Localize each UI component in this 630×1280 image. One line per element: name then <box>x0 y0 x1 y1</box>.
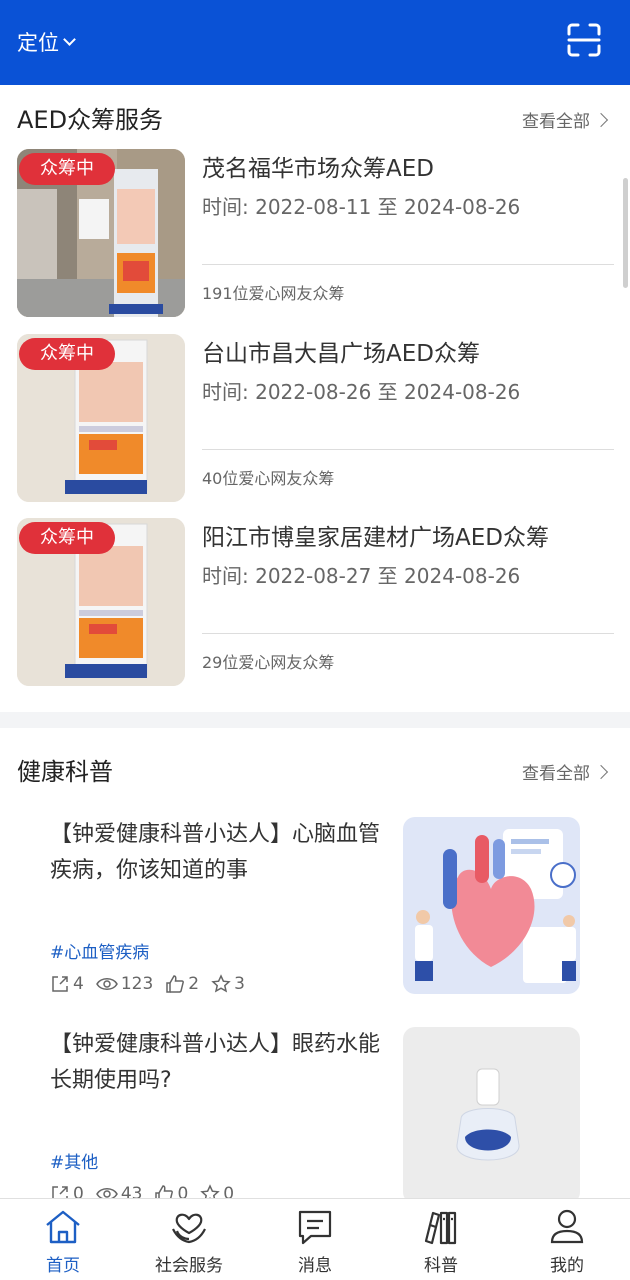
nav-label: 消息 <box>298 1256 332 1276</box>
aed-item-supporters: 40位爱心网友众筹 <box>202 469 335 488</box>
divider <box>202 633 614 634</box>
chevron-down-icon <box>63 32 76 46</box>
home-icon <box>46 1210 80 1244</box>
aed-thumbnail: 众筹中 <box>17 518 185 686</box>
aed-item-supporters: 29位爱心网友众筹 <box>202 653 335 672</box>
divider <box>202 264 614 265</box>
aed-item-time: 时间: 2022-08-26 至 2024-08-26 <box>202 380 521 404</box>
share-count: 4 <box>73 974 84 994</box>
nav-label: 科普 <box>424 1256 458 1276</box>
aed-item-time: 时间: 2022-08-27 至 2024-08-26 <box>202 564 521 588</box>
aed-see-all-link[interactable]: 查看全部 <box>522 107 609 132</box>
aed-item[interactable]: 众筹中 台山市昌大昌广场AED众筹 时间: 2022-08-26 至 2024-… <box>17 334 614 504</box>
chevron-right-icon <box>593 112 609 127</box>
star-stat[interactable]: 3 <box>211 974 245 994</box>
scan-icon[interactable] <box>566 22 602 58</box>
nav-label: 社会服务 <box>155 1256 223 1276</box>
view-stat: 123 <box>95 974 154 994</box>
article-image <box>403 817 580 994</box>
nav-label: 我的 <box>550 1256 584 1276</box>
nav-item-messages[interactable]: 消息 <box>252 1199 378 1280</box>
eye-icon <box>95 978 118 990</box>
aed-item-title: 茂名福华市场众筹AED <box>202 156 434 182</box>
article-title: 【钟爱健康科普小达人】心脑血管疾病，你该知道的事 <box>50 822 381 883</box>
aed-item-supporters: 191位爱心网友众筹 <box>202 284 345 303</box>
aed-item[interactable]: 众筹中 阳江市博皇家居建材广场AED众筹 时间: 2022-08-27 至 20… <box>17 518 614 688</box>
star-icon <box>211 974 231 993</box>
crowdfunding-badge: 众筹中 <box>19 153 115 185</box>
aed-thumbnail: 众筹中 <box>17 149 185 317</box>
crowdfunding-badge: 众筹中 <box>19 522 115 554</box>
thumbs-up-icon <box>166 975 185 993</box>
chevron-right-icon <box>593 764 609 779</box>
section-divider <box>0 712 630 728</box>
divider <box>202 449 614 450</box>
nav-item-social-services[interactable]: 社会服务 <box>126 1199 252 1280</box>
share-stat: 4 <box>50 974 84 994</box>
article-title: 【钟爱健康科普小达人】眼药水能长期使用吗? <box>50 1032 381 1093</box>
location-selector[interactable]: 定位 <box>17 27 76 57</box>
article-tag[interactable]: #其他 <box>50 1148 98 1173</box>
like-stat[interactable]: 2 <box>165 974 199 994</box>
article-item[interactable]: 【钟爱健康科普小达人】眼药水能长期使用吗? #其他 0 43 0 0 <box>50 1027 580 1204</box>
top-bar: 定位 <box>0 0 630 85</box>
nav-item-science[interactable]: 科普 <box>378 1199 504 1280</box>
see-all-label: 查看全部 <box>522 112 590 132</box>
aed-item-title: 阳江市博皇家居建材广场AED众筹 <box>202 525 549 551</box>
scrollbar[interactable] <box>623 178 628 288</box>
article-image <box>403 1027 580 1204</box>
user-icon <box>550 1209 584 1244</box>
nav-label: 首页 <box>46 1256 80 1276</box>
star-count: 3 <box>234 974 245 994</box>
article-stats: 4 123 2 3 <box>50 974 251 994</box>
health-section-title: 健康科普 <box>17 758 113 786</box>
article-item[interactable]: 【钟爱健康科普小达人】心脑血管疾病，你该知道的事 #心血管疾病 4 123 2 … <box>50 817 580 997</box>
see-all-label: 查看全部 <box>522 764 590 784</box>
aed-item[interactable]: 众筹中 茂名福华市场众筹AED 时间: 2022-08-11 至 2024-08… <box>17 149 614 319</box>
nav-item-profile[interactable]: 我的 <box>504 1199 630 1280</box>
heart-hands-icon <box>172 1213 206 1244</box>
aed-item-title: 台山市昌大昌广场AED众筹 <box>202 341 480 367</box>
view-count: 123 <box>120 974 154 994</box>
article-tag[interactable]: #心血管疾病 <box>50 938 149 963</box>
books-icon <box>424 1211 457 1245</box>
crowdfunding-badge: 众筹中 <box>19 338 115 370</box>
aed-thumbnail: 众筹中 <box>17 334 185 502</box>
aed-item-time: 时间: 2022-08-11 至 2024-08-26 <box>202 195 521 219</box>
bottom-navigation: 首页 社会服务 消息 科普 我的 <box>0 1198 630 1280</box>
health-see-all-link[interactable]: 查看全部 <box>522 759 609 784</box>
location-label: 定位 <box>17 31 59 55</box>
like-count: 2 <box>188 974 200 994</box>
share-icon <box>52 976 68 992</box>
aed-section-title: AED众筹服务 <box>17 106 164 134</box>
message-icon <box>298 1210 332 1245</box>
nav-item-home[interactable]: 首页 <box>0 1199 126 1280</box>
